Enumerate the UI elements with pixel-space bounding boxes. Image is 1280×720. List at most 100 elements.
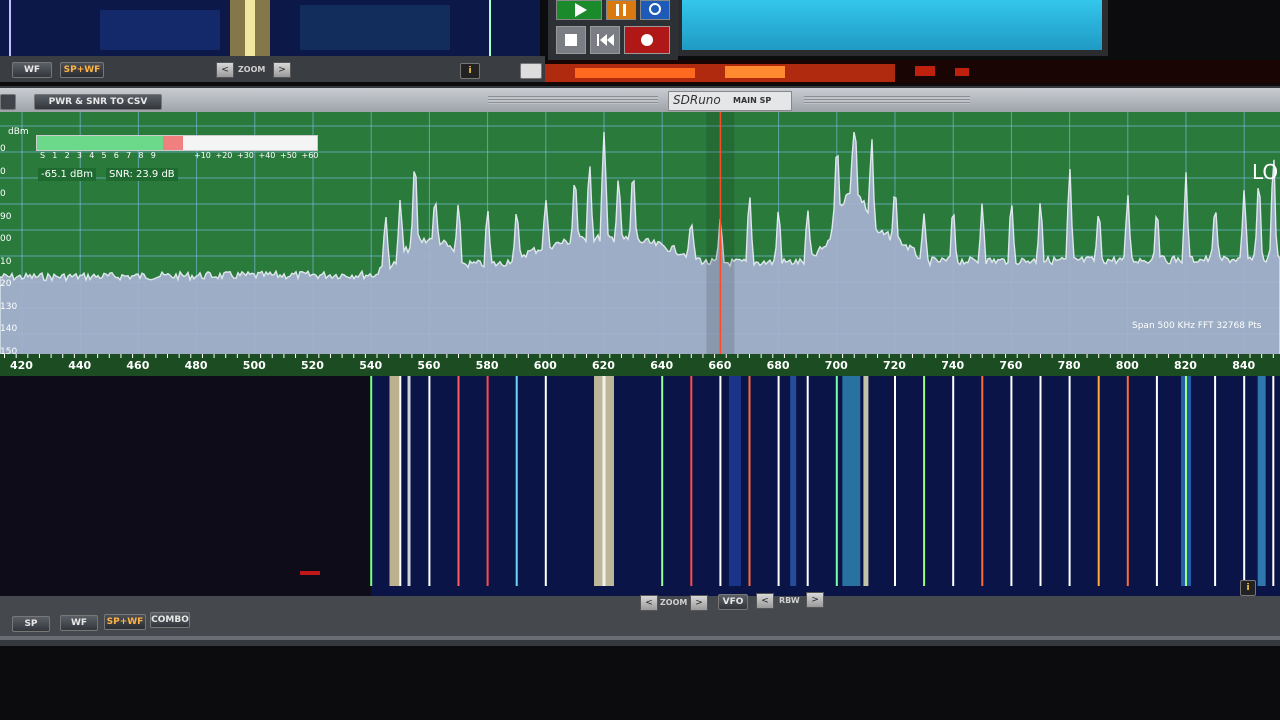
waterfall-signal <box>790 376 797 586</box>
smeter-scale-label: +10 <box>194 151 211 160</box>
snr-readout: SNR: 23.9 dB <box>106 168 178 181</box>
frequency-label: 760 <box>999 359 1023 372</box>
smeter-scale-label: 8 <box>138 151 144 160</box>
record-button[interactable] <box>624 26 670 54</box>
record-icon <box>641 34 653 46</box>
red-waterfall-strip <box>545 60 1280 84</box>
y-axis-label: 0 <box>0 144 6 154</box>
sdruno-logo: SDRuno <box>673 93 721 107</box>
waterfall-signal <box>1257 376 1266 586</box>
waterfall-signal <box>842 376 861 586</box>
smeter-scale-label: +40 <box>258 151 276 160</box>
frequency-label: 600 <box>533 359 557 372</box>
frequency-label: 640 <box>650 359 674 372</box>
y-axis-label: 00 <box>0 234 12 244</box>
waterfall-blip <box>300 571 320 575</box>
smeter-scale-label: +20 <box>215 151 233 160</box>
frequency-label: 820 <box>1174 359 1197 372</box>
stop-icon <box>565 34 577 46</box>
frequency-label: 520 <box>301 359 324 372</box>
rbw-right-button[interactable]: > <box>806 592 824 608</box>
lo-label: LO <box>1252 160 1279 184</box>
window-title: MAIN SP <box>733 96 772 105</box>
frequency-label: 480 <box>184 359 208 372</box>
smeter-over-fill <box>163 136 183 150</box>
smeter-scale-label: +30 <box>237 151 254 160</box>
frequency-label: 700 <box>824 359 848 372</box>
loop-button[interactable] <box>640 0 670 20</box>
frequency-label: 740 <box>941 359 965 372</box>
frequency-label: 460 <box>126 359 150 372</box>
spectrum-info: Span 500 KHz FFT 32768 Pts <box>1132 321 1262 331</box>
smeter-scale-label: +60 <box>301 151 319 160</box>
bottom-zoom-left-button[interactable]: < <box>640 595 658 611</box>
frequency-label: 620 <box>592 359 615 372</box>
smeter-scale-label: 4 <box>89 151 95 160</box>
frequency-label: 420 <box>10 359 33 372</box>
power-readout: -65.1 dBm <box>38 168 97 181</box>
loop-icon <box>649 3 661 15</box>
top-corner-button[interactable] <box>520 63 542 79</box>
frequency-label: 660 <box>708 359 732 372</box>
waterfall-signal <box>602 376 606 586</box>
waterfall-band <box>371 376 1280 596</box>
combo-button[interactable]: COMBO <box>150 612 190 628</box>
smeter-scale-label: 2 <box>64 151 70 160</box>
vfo-button[interactable]: VFO <box>718 594 748 610</box>
smeter-scale-label: 7 <box>126 151 132 160</box>
waterfall-display[interactable] <box>0 376 1280 596</box>
frequency-label: 800 <box>1115 359 1139 372</box>
frequency-label: 720 <box>883 359 906 372</box>
window-menu-button[interactable] <box>0 94 16 110</box>
y-axis-label: 20 <box>0 279 12 289</box>
top-zoom-right-button[interactable]: > <box>273 62 291 78</box>
y-axis-label: 90 <box>0 211 12 222</box>
smeter-bar <box>36 135 318 151</box>
wf-button[interactable]: WF <box>60 615 98 631</box>
top-wf-button[interactable]: WF <box>12 62 52 78</box>
y-axis-label: 0 <box>0 166 6 177</box>
frequency-label: 580 <box>475 359 499 372</box>
y-axis-label: 140 <box>0 324 18 334</box>
smeter-scale-label: S <box>40 151 46 160</box>
bottom-info-button[interactable]: i <box>1240 580 1256 596</box>
frequency-label: 540 <box>359 359 383 372</box>
bottom-zoom-right-button[interactable]: > <box>690 595 708 611</box>
pause-icon <box>616 4 626 16</box>
top-zoom-left-button[interactable]: < <box>216 62 234 78</box>
frequency-label: 840 <box>1232 359 1256 372</box>
title-grip-left <box>488 96 658 104</box>
frequency-label: 780 <box>1057 359 1081 372</box>
stop-button[interactable] <box>556 26 586 54</box>
top-info-button[interactable]: i <box>460 63 480 79</box>
top-zoom-label: ZOOM <box>238 65 266 74</box>
pause-button[interactable] <box>606 0 636 20</box>
rbw-left-button[interactable]: < <box>756 593 774 609</box>
waterfall-signal <box>863 376 869 586</box>
y-axis-label: 0 <box>0 189 6 199</box>
play-button[interactable] <box>556 0 602 20</box>
pwr-snr-csv-button[interactable]: PWR & SNR TO CSV <box>34 94 162 110</box>
rewind-button[interactable] <box>590 26 620 54</box>
frequency-label: 560 <box>417 359 441 372</box>
y-axis-label: 130 <box>0 301 18 312</box>
rewind-icon <box>597 34 614 46</box>
smeter-scale-label: 6 <box>113 151 119 160</box>
smeter-scale: S 1 2 3 4 5 6 7 8 9 +10 +20 +30 +40 +50 +60 <box>36 151 326 163</box>
waterfall-signal <box>728 376 741 586</box>
sp-button[interactable]: SP <box>12 616 50 632</box>
y-axis-label: 10 <box>0 256 12 267</box>
window-bottom-edge <box>0 636 1280 640</box>
rbw-label: RBW <box>779 596 800 605</box>
smeter-scale-label: +50 <box>280 151 297 160</box>
top-spwf-button[interactable]: SP+WF <box>60 62 104 78</box>
frequency-label: 440 <box>68 359 92 372</box>
smeter-scale-label: 5 <box>101 151 107 160</box>
spwf-button[interactable]: SP+WF <box>104 614 146 630</box>
play-icon <box>575 3 587 17</box>
title-grip-right <box>804 96 970 104</box>
top-waterfall <box>0 0 540 56</box>
smeter-level-fill <box>37 136 163 150</box>
smeter-scale-label: 3 <box>76 151 82 160</box>
smeter-scale-label: 9 <box>150 151 156 160</box>
